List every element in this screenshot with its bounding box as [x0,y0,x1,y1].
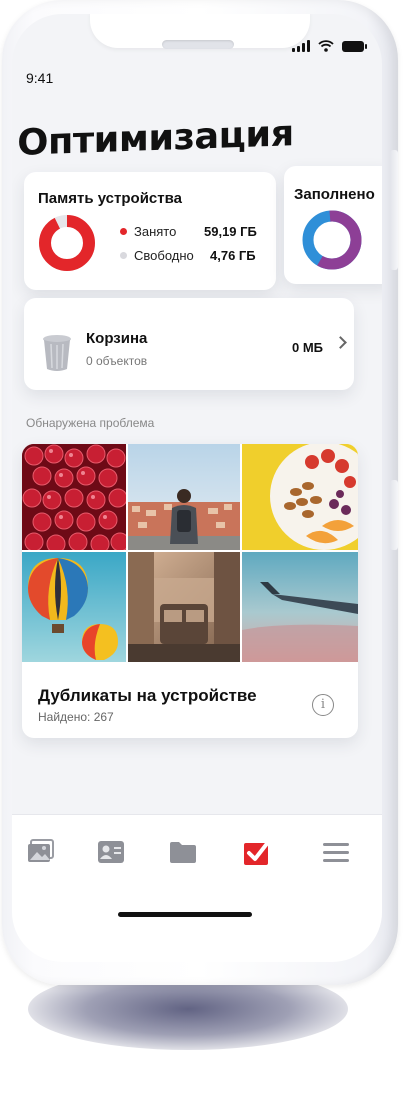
fill-card-title: Заполнено [294,186,375,203]
chevron-right-icon [334,336,347,349]
contacts-icon[interactable] [96,837,126,867]
status-icons [292,40,367,52]
duplicates-card[interactable]: Дубликаты на устройстве Найдено: 267 i [22,444,358,738]
trash-size: 0 МБ [292,340,324,355]
used-label: Занято [134,224,177,239]
fill-donut-chart [302,210,362,270]
photo-pomegranate[interactable] [22,444,126,550]
free-dot [120,252,127,259]
speaker [162,40,234,49]
phone-frame: 9:41 Оптимизация Память устройства Занят… [2,0,398,985]
photo-fruit-plate[interactable] [242,444,358,550]
info-icon[interactable]: i [312,694,334,716]
trash-title: Корзина [86,330,148,347]
legend-used: Занято [120,224,176,239]
menu-icon[interactable] [320,837,350,867]
trash-icon [43,335,71,371]
status-time: 9:41 [26,70,54,86]
tab-bar [12,814,382,962]
home-indicator[interactable] [118,912,252,917]
signal-icon [292,40,310,52]
memory-card-title: Память устройства [38,190,182,207]
wifi-icon [318,40,334,52]
free-label: Свободно [134,248,194,263]
used-value: 59,19 ГБ [204,224,257,239]
photo-airplane-wing[interactable] [242,552,358,662]
stage: 9:41 Оптимизация Память устройства Занят… [0,0,408,1100]
used-dot [120,228,127,235]
duplicates-found: Найдено: 267 [38,710,114,724]
trash-card[interactable]: Корзина 0 объектов 0 МБ [24,298,354,390]
page-title: Оптимизация [17,113,294,164]
side-button [390,150,398,270]
memory-card[interactable]: Память устройства Занято 59,19 ГБ Свобод… [24,172,276,290]
checkbox-icon[interactable] [242,837,272,867]
memory-donut-used [39,215,95,271]
fill-card[interactable]: Заполнено [284,166,382,284]
photo-city-man[interactable] [128,444,240,550]
legend-free: Свободно [120,248,194,263]
screen: 9:41 Оптимизация Память устройства Занят… [12,14,382,962]
side-button-lower [390,480,398,550]
battery-icon [342,40,367,52]
problem-section-label: Обнаружена проблема [26,416,155,430]
free-value: 4,76 ГБ [210,248,256,263]
duplicates-title: Дубликаты на устройстве [38,686,257,705]
photo-balloons[interactable] [22,552,126,662]
gallery-icon[interactable] [26,837,56,867]
photo-street[interactable] [128,552,240,662]
folder-icon[interactable] [168,837,198,867]
memory-donut-chart [39,215,95,271]
trash-count: 0 объектов [86,354,148,368]
